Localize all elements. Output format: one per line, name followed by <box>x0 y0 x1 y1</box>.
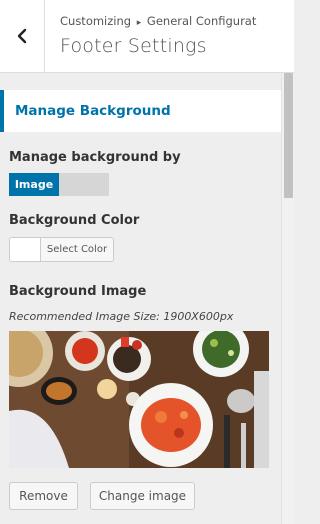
section-manage-background[interactable]: Manage Background <box>0 90 281 132</box>
chevron-left-icon <box>17 28 27 44</box>
scrollbar[interactable] <box>281 73 294 524</box>
toggle-option-image[interactable]: Image <box>9 173 59 196</box>
page-title: Footer Settings <box>60 35 207 57</box>
select-color-button[interactable]: Select Color <box>9 237 114 262</box>
manage-by-toggle[interactable]: Image <box>9 173 109 196</box>
scrollbar-thumb[interactable] <box>284 73 293 198</box>
remove-image-button[interactable]: Remove <box>9 482 78 510</box>
header-text: Customizing ▸ General Configurat Footer … <box>60 14 280 57</box>
color-swatch <box>10 238 41 261</box>
bg-image-label: Background Image <box>9 284 147 299</box>
breadcrumb-current: General Configurat <box>146 14 257 28</box>
back-button[interactable] <box>0 0 45 72</box>
section-title: Manage Background <box>15 103 171 119</box>
manage-by-label: Manage background by <box>9 150 181 165</box>
bg-color-label: Background Color <box>9 213 140 228</box>
customizer-header: Customizing ▸ General Configurat Footer … <box>0 0 294 73</box>
breadcrumb-separator: ▸ <box>136 18 142 28</box>
breadcrumb: Customizing ▸ General Configurat <box>60 14 280 28</box>
bg-image-description: Recommended Image Size: 1900X600px <box>9 310 234 323</box>
breadcrumb-root: Customizing <box>60 14 132 28</box>
change-image-button[interactable]: Change image <box>90 482 195 510</box>
background-image-preview <box>9 331 269 468</box>
select-color-label: Select Color <box>46 244 108 255</box>
food-photo <box>9 331 269 468</box>
